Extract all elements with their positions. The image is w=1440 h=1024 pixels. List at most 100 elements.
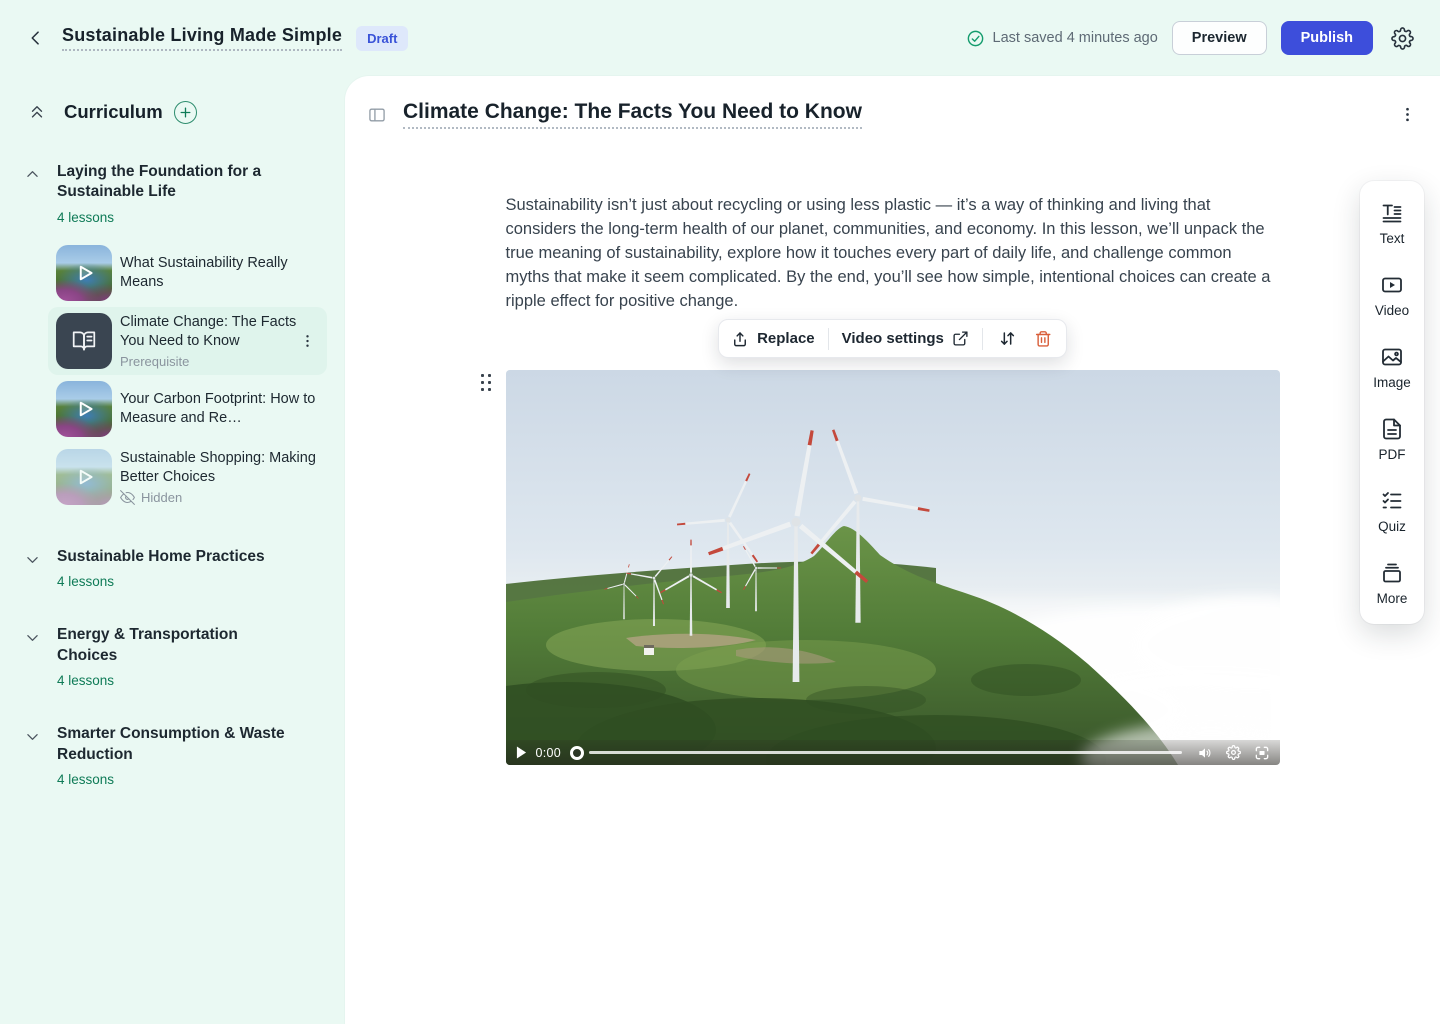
lesson-item-sustainable-shopping[interactable]: Sustainable Shopping: Making Better Choi… [48,443,327,511]
more-icon [1380,561,1404,585]
more-blocks-button[interactable]: More [1377,561,1408,606]
preview-button[interactable]: Preview [1172,21,1267,55]
section-lesson-count: 4 lessons [57,574,265,589]
drag-handle[interactable] [481,374,494,391]
lesson-item-carbon-footprint[interactable]: Your Carbon Footprint: How to Measure an… [48,375,327,443]
gear-icon [1391,27,1414,50]
toolbar-divider [828,328,829,350]
last-saved-text: Last saved 4 minutes ago [993,30,1158,46]
lesson-editor-panel: Climate Change: The Facts You Need to Kn… [345,76,1440,1024]
play-button[interactable] [516,746,527,759]
external-link-icon [952,330,969,347]
section-lesson-count: 4 lessons [57,673,287,688]
kebab-icon [300,333,315,348]
curriculum-sidebar: Curriculum Laying the Foundation for a S… [0,76,345,1024]
fullscreen-button[interactable] [1254,745,1270,761]
lesson-hidden-label: Hidden [141,490,182,505]
panel-layout-icon [367,105,387,125]
kebab-icon [1399,106,1416,123]
plus-icon [179,106,192,119]
curriculum-section: Smarter Consumption & Waste Reduction 4 … [0,724,345,787]
insert-video-button[interactable]: Video [1375,273,1409,318]
palette-label: Quiz [1378,519,1406,534]
lesson-prerequisite-badge: Prerequisite [120,354,319,369]
video-controls-bar: 0:00 [506,740,1280,765]
insert-image-button[interactable]: Image [1373,345,1411,390]
lesson-intro-paragraph[interactable]: Sustainability isn’t just about recyclin… [506,193,1280,313]
play-icon [56,245,112,301]
curriculum-section: Sustainable Home Practices 4 lessons [0,547,345,589]
lesson-title: Climate Change: The Facts You Need to Kn… [120,313,319,351]
collapse-all-button[interactable] [24,99,50,125]
section-toggle[interactable]: Smarter Consumption & Waste Reduction 4 … [24,724,321,787]
lesson-video-thumbnail [56,245,112,301]
delete-block-button[interactable] [1032,328,1054,350]
lesson-item-what-sustainability[interactable]: What Sustainability Really Means [48,239,327,307]
section-lesson-count: 4 lessons [57,772,287,787]
section-toggle[interactable]: Energy & Transportation Choices 4 lesson… [24,625,321,688]
palette-label: Text [1380,231,1405,246]
text-icon [1380,201,1404,225]
course-title[interactable]: Sustainable Living Made Simple [62,25,342,51]
eye-off-icon [120,490,135,505]
publish-button[interactable]: Publish [1281,21,1373,55]
section-title: Laying the Foundation for a Sustainable … [57,162,287,203]
lesson-title: What Sustainability Really Means [120,254,319,292]
curriculum-section: Energy & Transportation Choices 4 lesson… [0,625,345,688]
section-title: Sustainable Home Practices [57,547,265,567]
video-block-toolbar: Replace Video settings [718,319,1067,358]
palette-label: PDF [1379,447,1406,462]
lesson-title: Your Carbon Footprint: How to Measure an… [120,390,319,428]
lesson-options-button[interactable] [1397,104,1418,125]
gear-icon [1226,745,1241,760]
chevron-down-icon [24,629,42,646]
app-header: Sustainable Living Made Simple Draft Las… [0,0,1440,76]
section-title: Smarter Consumption & Waste Reduction [57,724,287,765]
section-toggle[interactable]: Sustainable Home Practices 4 lessons [24,547,321,589]
status-badge: Draft [356,26,408,51]
video-icon [1380,273,1404,297]
play-icon [56,381,112,437]
chevron-down-icon [24,551,42,568]
replace-label: Replace [757,330,815,347]
settings-button[interactable] [1387,23,1418,54]
player-settings-button[interactable] [1226,745,1241,760]
back-button[interactable] [22,24,50,52]
palette-label: Video [1375,303,1409,318]
insert-pdf-button[interactable]: PDF [1379,417,1406,462]
chevron-left-icon [26,28,46,48]
check-circle-icon [966,29,985,48]
curriculum-title: Curriculum [64,101,163,123]
insert-quiz-button[interactable]: Quiz [1378,489,1406,534]
video-player[interactable]: 0:00 [506,370,1280,765]
video-settings-button[interactable]: Video settings [842,330,969,347]
video-settings-label: Video settings [842,330,944,347]
insert-block-palette: Text Video Image PDF Quiz More [1360,181,1424,624]
section-toggle[interactable]: Laying the Foundation for a Sustainable … [24,162,321,225]
chevron-down-icon [24,728,42,745]
book-open-icon [71,328,97,354]
volume-button[interactable] [1197,745,1213,761]
insert-text-button[interactable]: Text [1380,201,1405,246]
scrubber-handle[interactable] [570,746,584,760]
video-thumbnail-scene [506,370,1280,765]
trash-icon [1034,330,1052,348]
section-title: Energy & Transportation Choices [57,625,287,666]
add-section-button[interactable] [174,101,197,124]
lesson-menu-button[interactable] [298,331,317,350]
quiz-icon [1380,489,1404,513]
lesson-video-thumbnail [56,381,112,437]
lesson-page-title[interactable]: Climate Change: The Facts You Need to Kn… [403,100,862,129]
lesson-content: Sustainability isn’t just about recyclin… [506,193,1280,765]
section-lesson-count: 4 lessons [57,210,287,225]
lesson-reading-tile [56,313,112,369]
lesson-title: Sustainable Shopping: Making Better Choi… [120,449,319,487]
save-status: Last saved 4 minutes ago [966,29,1158,48]
lesson-item-climate-change[interactable]: Climate Change: The Facts You Need to Kn… [48,307,327,375]
move-block-button[interactable] [996,327,1019,350]
replace-video-button[interactable]: Replace [731,330,815,348]
chevron-up-icon [24,166,42,183]
toggle-sidebar-button[interactable] [363,101,391,129]
upload-icon [731,330,749,348]
progress-track[interactable] [589,751,1181,754]
